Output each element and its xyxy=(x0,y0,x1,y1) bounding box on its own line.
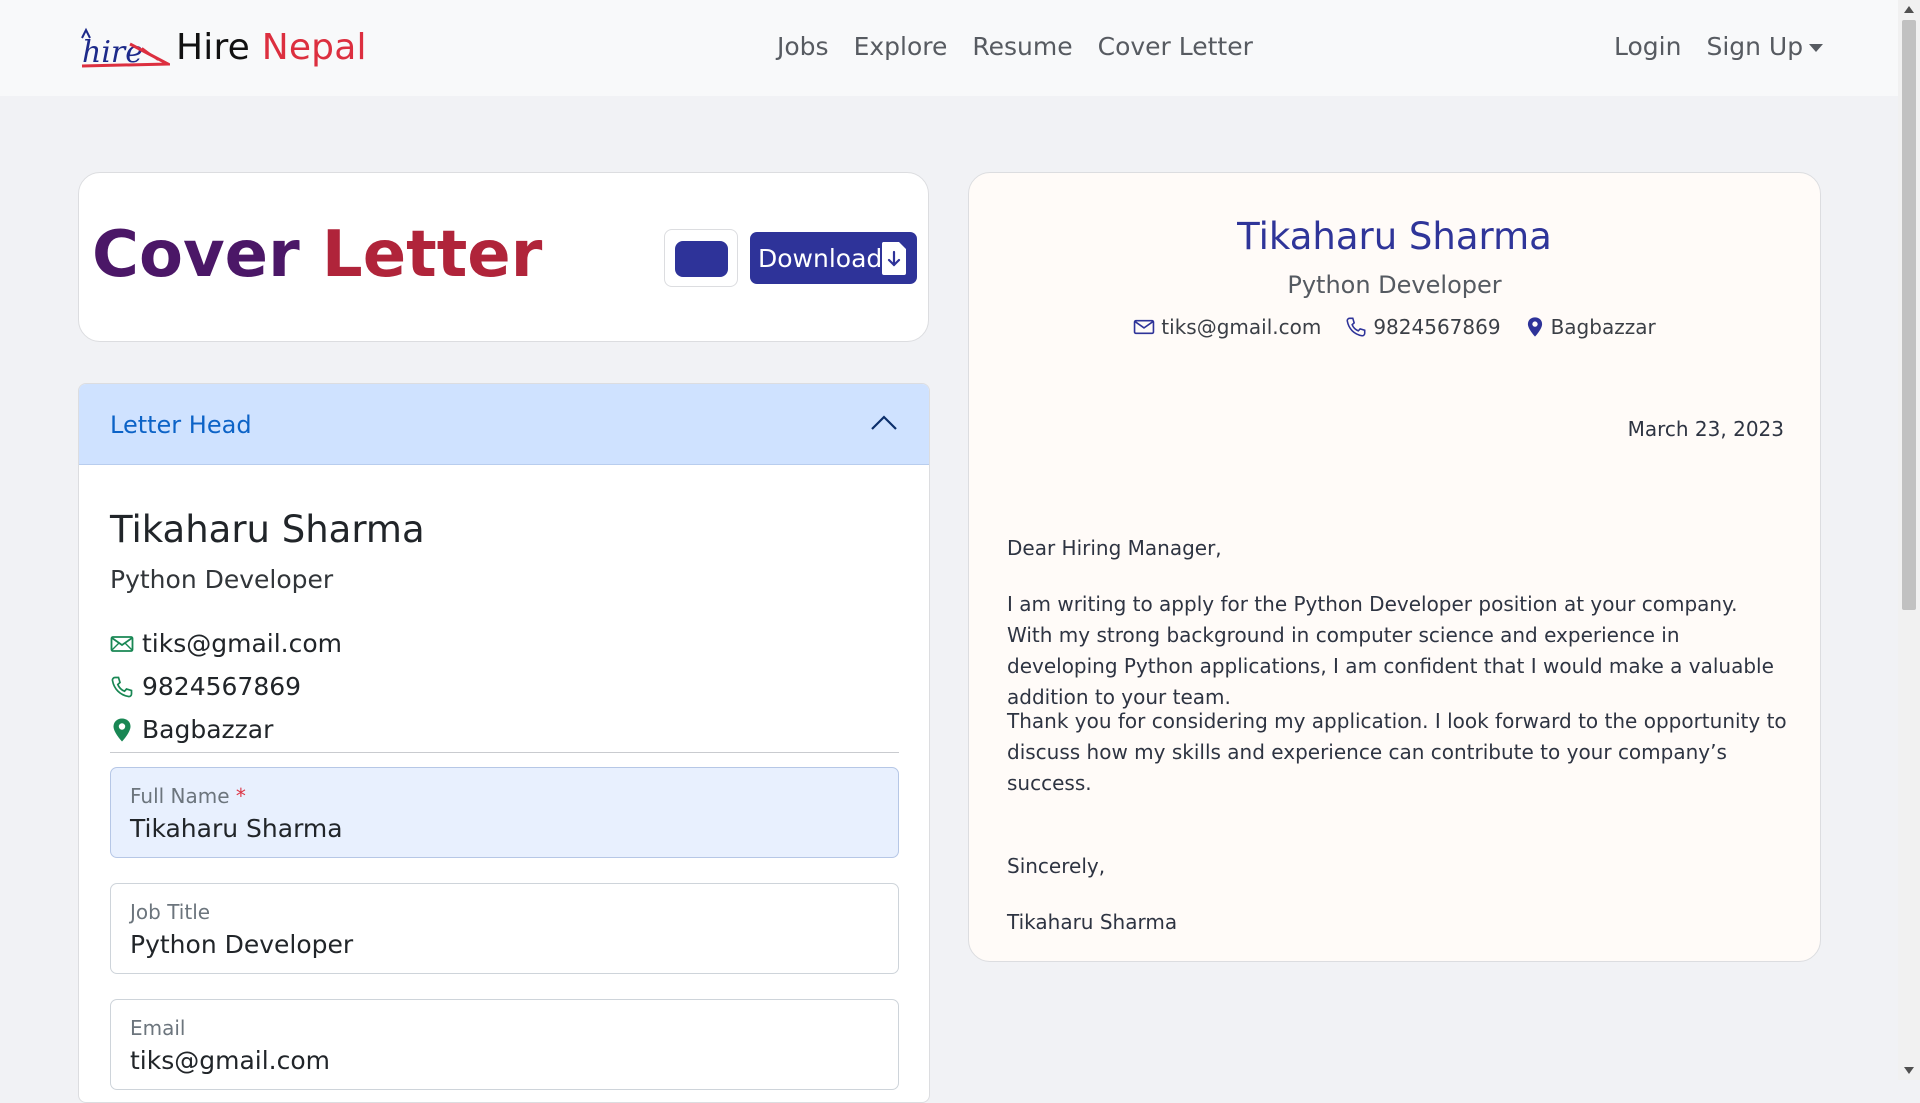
letterhead-preview-location: Bagbazzar xyxy=(142,715,274,744)
page-scrollbar[interactable] xyxy=(1898,0,1920,1080)
letter-location-text: Bagbazzar xyxy=(1550,315,1656,339)
signup-dropdown[interactable]: Sign Up xyxy=(1706,32,1824,61)
brand-nepal-text: Nepal xyxy=(261,26,367,68)
envelope-icon xyxy=(110,635,134,652)
letter-phone: 9824567869 xyxy=(1345,315,1501,339)
scrollbar-thumb[interactable] xyxy=(1902,20,1916,610)
nav-link-resume[interactable]: Resume xyxy=(972,32,1072,61)
scroll-up-arrow-icon[interactable] xyxy=(1904,6,1914,13)
letterhead-preview-phone: 9824567869 xyxy=(142,672,302,701)
brand-hire-text: Hire xyxy=(176,26,251,68)
email-label: Email xyxy=(130,1016,186,1040)
letter-head-accordion: Letter Head Tikaharu Sharma Python Devel… xyxy=(78,383,930,1103)
hire-logo-icon: hire xyxy=(81,27,170,70)
auth-nav: Login Sign Up xyxy=(1614,32,1824,61)
nav-link-jobs[interactable]: Jobs xyxy=(777,32,829,61)
job-title-field[interactable]: Job Title Python Developer xyxy=(110,883,899,974)
letter-email: tiks@gmail.com xyxy=(1133,315,1321,339)
accordion-title: Letter Head xyxy=(110,411,252,439)
letterhead-preview-phone-row: 9824567869 xyxy=(110,672,301,701)
required-asterisk: * xyxy=(235,784,246,808)
theme-color-picker[interactable] xyxy=(664,229,738,287)
phone-icon xyxy=(1346,317,1366,337)
scroll-down-arrow-icon[interactable] xyxy=(1904,1067,1914,1074)
top-navbar: hire Hire Nepal Jobs Explore Resume Cove… xyxy=(0,0,1898,96)
brand-name: Hire Nepal xyxy=(176,27,367,68)
envelope-icon xyxy=(1134,319,1155,335)
chevron-up-icon xyxy=(871,415,897,430)
cover-letter-header-card: Cover Letter Download xyxy=(78,172,929,342)
letter-paragraph-2: Thank you for considering my application… xyxy=(1007,709,1787,795)
letterhead-preview-name: Tikaharu Sharma xyxy=(110,508,425,551)
phone-icon xyxy=(111,676,133,697)
color-swatch xyxy=(675,241,728,277)
letter-paragraph-1: I am writing to apply for the Python Dev… xyxy=(1007,592,1774,709)
form-divider xyxy=(110,752,899,753)
cover-letter-preview: Tikaharu Sharma Python Developer tiks@gm… xyxy=(968,172,1821,962)
letterhead-preview-email-row: tiks@gmail.com xyxy=(110,629,342,658)
letter-sender-job: Python Developer xyxy=(1287,271,1502,299)
signup-label: Sign Up xyxy=(1706,32,1804,61)
letterhead-preview-email: tiks@gmail.com xyxy=(142,629,343,658)
full-name-input[interactable]: Tikaharu Sharma xyxy=(130,814,343,843)
page-title-word-1: Cover xyxy=(92,218,300,292)
letter-sender-name: Tikaharu Sharma xyxy=(1237,215,1552,258)
letter-signature: Tikaharu Sharma xyxy=(1007,910,1178,934)
login-link[interactable]: Login xyxy=(1614,32,1681,61)
letter-closing: Sincerely, xyxy=(1007,854,1106,878)
email-field[interactable]: Email tiks@gmail.com xyxy=(110,999,899,1090)
map-pin-icon xyxy=(1527,317,1542,337)
download-button[interactable]: Download xyxy=(750,232,917,284)
page-title-word-2: Letter xyxy=(321,218,543,292)
caret-down-icon xyxy=(1809,44,1824,52)
letterhead-preview-job: Python Developer xyxy=(110,565,334,594)
letter-greeting: Dear Hiring Manager, xyxy=(1007,536,1222,560)
nav-link-explore[interactable]: Explore xyxy=(854,32,948,61)
file-download-icon xyxy=(881,242,906,275)
main-nav-links: Jobs Explore Resume Cover Letter xyxy=(777,32,1253,61)
email-input[interactable]: tiks@gmail.com xyxy=(130,1046,330,1075)
page-title: Cover Letter xyxy=(92,223,542,287)
letter-email-text: tiks@gmail.com xyxy=(1161,315,1322,339)
letter-phone-text: 9824567869 xyxy=(1373,315,1501,339)
accordion-header-letter-head[interactable]: Letter Head xyxy=(79,384,929,465)
job-title-label: Job Title xyxy=(130,900,211,924)
letter-location: Bagbazzar xyxy=(1525,315,1656,339)
job-title-input[interactable]: Python Developer xyxy=(130,930,353,959)
nav-link-cover-letter[interactable]: Cover Letter xyxy=(1098,32,1253,61)
brand-logo-link[interactable]: hire Hire Nepal xyxy=(80,24,367,70)
full-name-field[interactable]: Full Name * Tikaharu Sharma xyxy=(110,767,899,858)
full-name-label: Full Name * xyxy=(130,784,246,808)
letterhead-preview-location-row: Bagbazzar xyxy=(110,715,273,744)
letter-contact-row: tiks@gmail.com 9824567869 Bagbazzar xyxy=(969,315,1820,339)
full-name-label-text: Full Name xyxy=(130,784,230,808)
map-pin-icon xyxy=(113,718,131,741)
letter-date: March 23, 2023 xyxy=(1627,417,1784,441)
download-label: Download xyxy=(758,243,883,273)
